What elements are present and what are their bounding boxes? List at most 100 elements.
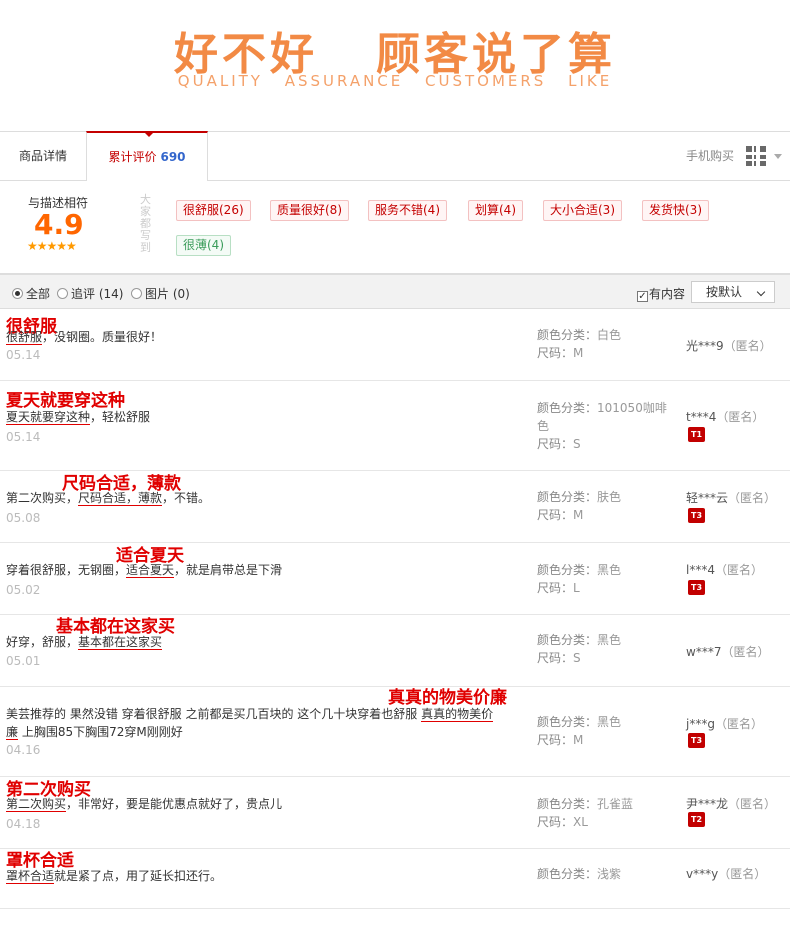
sku-size-label: 尺码： bbox=[537, 815, 574, 829]
review-text: 上胸围85下胸围72穿M刚刚好 bbox=[18, 725, 183, 739]
sku-size: M bbox=[573, 733, 584, 747]
chevron-down-icon[interactable] bbox=[774, 154, 782, 159]
chevron-down-icon bbox=[756, 287, 766, 297]
review-date: 05.14 bbox=[6, 348, 41, 362]
review-highlight: 罩杯合适 bbox=[6, 869, 55, 884]
sku-color-label: 颜色分类： bbox=[537, 867, 598, 881]
radio-icon bbox=[57, 288, 68, 299]
tag-chip[interactable]: 发货快(3) bbox=[642, 200, 709, 221]
score-value: 4.9 bbox=[34, 208, 84, 241]
qr-code-icon[interactable] bbox=[746, 146, 766, 166]
sku-size-label: 尺码： bbox=[537, 733, 574, 747]
reviewer[interactable]: 尹***龙（匿名） bbox=[686, 795, 776, 812]
review-content: 第二次购买，尺码合适，薄款，不错。 bbox=[6, 489, 210, 507]
member-level-badge-icon: T2 bbox=[688, 812, 705, 827]
reviewer[interactable]: t***4（匿名） bbox=[686, 408, 764, 425]
review-content: 好穿，舒服，基本都在这家买 bbox=[6, 633, 163, 651]
review-content: 第二次购买，非常好，要是能优惠点就好了，贵点儿 bbox=[6, 795, 282, 813]
sku-color: 黑色 bbox=[597, 715, 622, 729]
review-date: 04.18 bbox=[6, 817, 41, 831]
sku-info: 颜色分类：黑色 尺码：L bbox=[537, 561, 677, 597]
anonymous-label: （匿名） bbox=[721, 645, 770, 659]
filter-followup[interactable]: 追评 (14) bbox=[57, 285, 123, 302]
reviewer-name: j***g bbox=[686, 717, 715, 731]
reviewer[interactable]: 轻***云（匿名） bbox=[686, 489, 776, 506]
sku-info: 颜色分类：101050咖啡色 尺码：S bbox=[537, 399, 677, 453]
sku-size: L bbox=[573, 581, 580, 595]
sku-color: 黑色 bbox=[597, 563, 622, 577]
sku-size: M bbox=[573, 508, 584, 522]
reviewer[interactable]: w***7（匿名） bbox=[686, 643, 769, 660]
tag-chip[interactable]: 很薄(4) bbox=[176, 235, 231, 256]
mobile-buy-link[interactable]: 手机购买 bbox=[686, 132, 734, 181]
review-item: 尺码合适，薄款 第二次购买，尺码合适，薄款，不错。 05.08 颜色分类：肤色 尺码：M… bbox=[0, 471, 790, 543]
sku-color-label: 颜色分类： bbox=[537, 633, 598, 647]
anonymous-label: （匿名） bbox=[718, 867, 767, 881]
sort-dropdown[interactable]: 按默认 bbox=[691, 281, 775, 303]
review-highlight: 基本都在这家买 bbox=[78, 635, 163, 650]
sku-color: 孔雀蓝 bbox=[597, 797, 634, 811]
banner: 好不好 顾客说了算 QUALITY ASSURANCE CUSTOMERS LI… bbox=[0, 0, 790, 130]
reviewer[interactable]: l***4（匿名） bbox=[686, 561, 763, 578]
reviewer[interactable]: 光***9（匿名） bbox=[686, 337, 772, 354]
sku-color: 白色 bbox=[597, 328, 622, 342]
review-text: 穿着很舒服，无钢圈， bbox=[6, 563, 127, 577]
anonymous-label: （匿名） bbox=[728, 797, 777, 811]
filter-photos[interactable]: 图片 (0) bbox=[131, 285, 190, 302]
reviewer[interactable]: v***y（匿名） bbox=[686, 865, 766, 882]
anonymous-label: （匿名） bbox=[716, 410, 765, 424]
review-count: 690 bbox=[160, 150, 186, 164]
has-content-checkbox[interactable]: ✓ 有内容 bbox=[637, 285, 685, 302]
sku-size-label: 尺码： bbox=[537, 508, 574, 522]
reviewer[interactable]: j***g（匿名） bbox=[686, 715, 763, 732]
tag-chip[interactable]: 很舒服(26) bbox=[176, 200, 251, 221]
review-item: 第二次购买 第二次购买，非常好，要是能优惠点就好了，贵点儿 04.18 颜色分类：孔雀… bbox=[0, 777, 790, 849]
sku-size-label: 尺码： bbox=[537, 437, 574, 451]
review-text: 第二次购买， bbox=[6, 491, 79, 505]
review-item: 很舒服 很舒服，没钢圈。质量很好！ 05.14 颜色分类：白色 尺码：M 光***9（匿名… bbox=[0, 310, 790, 381]
tag-chip[interactable]: 质量很好(8) bbox=[270, 200, 349, 221]
tab-bar: 商品详情 累计评价 690 手机购买 bbox=[0, 131, 790, 181]
review-date: 05.02 bbox=[6, 583, 41, 597]
tab-reviews[interactable]: 累计评价 690 bbox=[86, 131, 208, 181]
review-text: ，轻松舒服 bbox=[90, 410, 151, 424]
review-content: 穿着很舒服，无钢圈，适合夏天，就是肩带总是下滑 bbox=[6, 561, 282, 579]
review-date: 04.16 bbox=[6, 743, 41, 757]
review-item: 夏天就要穿这种 夏天就要穿这种，轻松舒服 05.14 颜色分类：101050咖啡色 尺码… bbox=[0, 381, 790, 471]
tag-chip[interactable]: 划算(4) bbox=[468, 200, 523, 221]
review-text: ，就是肩带总是下滑 bbox=[174, 563, 283, 577]
checkmark-icon: ✓ bbox=[637, 291, 648, 302]
sku-info: 颜色分类：浅紫 bbox=[537, 865, 677, 883]
review-highlight: 适合夏天 bbox=[126, 563, 175, 578]
review-item: 适合夏天 穿着很舒服，无钢圈，适合夏天，就是肩带总是下滑 05.02 颜色分类：黑色尺… bbox=[0, 543, 790, 615]
tab-details[interactable]: 商品详情 bbox=[0, 132, 86, 181]
filter-all[interactable]: 全部 bbox=[12, 285, 50, 302]
sku-color-label: 颜色分类： bbox=[537, 563, 598, 577]
review-date: 05.08 bbox=[6, 511, 41, 525]
sort-value: 按默认 bbox=[706, 285, 743, 299]
anonymous-label: （匿名） bbox=[723, 339, 772, 353]
sku-color-label: 颜色分类： bbox=[537, 328, 598, 342]
reviewer-name: l***4 bbox=[686, 563, 715, 577]
review-date: 05.14 bbox=[6, 430, 41, 444]
active-tab-caret-icon bbox=[144, 132, 154, 137]
member-level-badge-icon: T3 bbox=[688, 508, 705, 523]
review-item: 真真的物美价廉 美芸推荐的 果然没错 穿着很舒服 之前都是买几百块的 这个几十块穿… bbox=[0, 687, 790, 777]
review-text: ，没钢圈。质量很好！ bbox=[42, 330, 163, 344]
filter-photos-label: 图片 (0) bbox=[145, 287, 190, 301]
member-level-badge-icon: T3 bbox=[688, 733, 705, 748]
review-highlight: 夏天就要穿这种 bbox=[6, 410, 91, 425]
tags-heading: 大家都写到 bbox=[140, 193, 151, 254]
sku-size: S bbox=[573, 651, 581, 665]
sku-color-label: 颜色分类： bbox=[537, 797, 598, 811]
radio-checked-icon bbox=[12, 288, 23, 299]
tag-chip[interactable]: 大小合适(3) bbox=[543, 200, 622, 221]
filter-all-label: 全部 bbox=[26, 287, 51, 301]
review-content: 美芸推荐的 果然没错 穿着很舒服 之前都是买几百块的 这个几十块穿着也舒服 真真… bbox=[6, 705, 500, 741]
sku-info: 颜色分类：黑色 尺码：M bbox=[537, 713, 677, 749]
reviewer-name: t***4 bbox=[686, 410, 717, 424]
sku-color-label: 颜色分类： bbox=[537, 490, 598, 504]
tag-chip[interactable]: 服务不错(4) bbox=[368, 200, 447, 221]
sku-color: 浅紫 bbox=[597, 867, 622, 881]
review-text: 就是紧了点，用了延长扣还行。 bbox=[54, 869, 223, 883]
